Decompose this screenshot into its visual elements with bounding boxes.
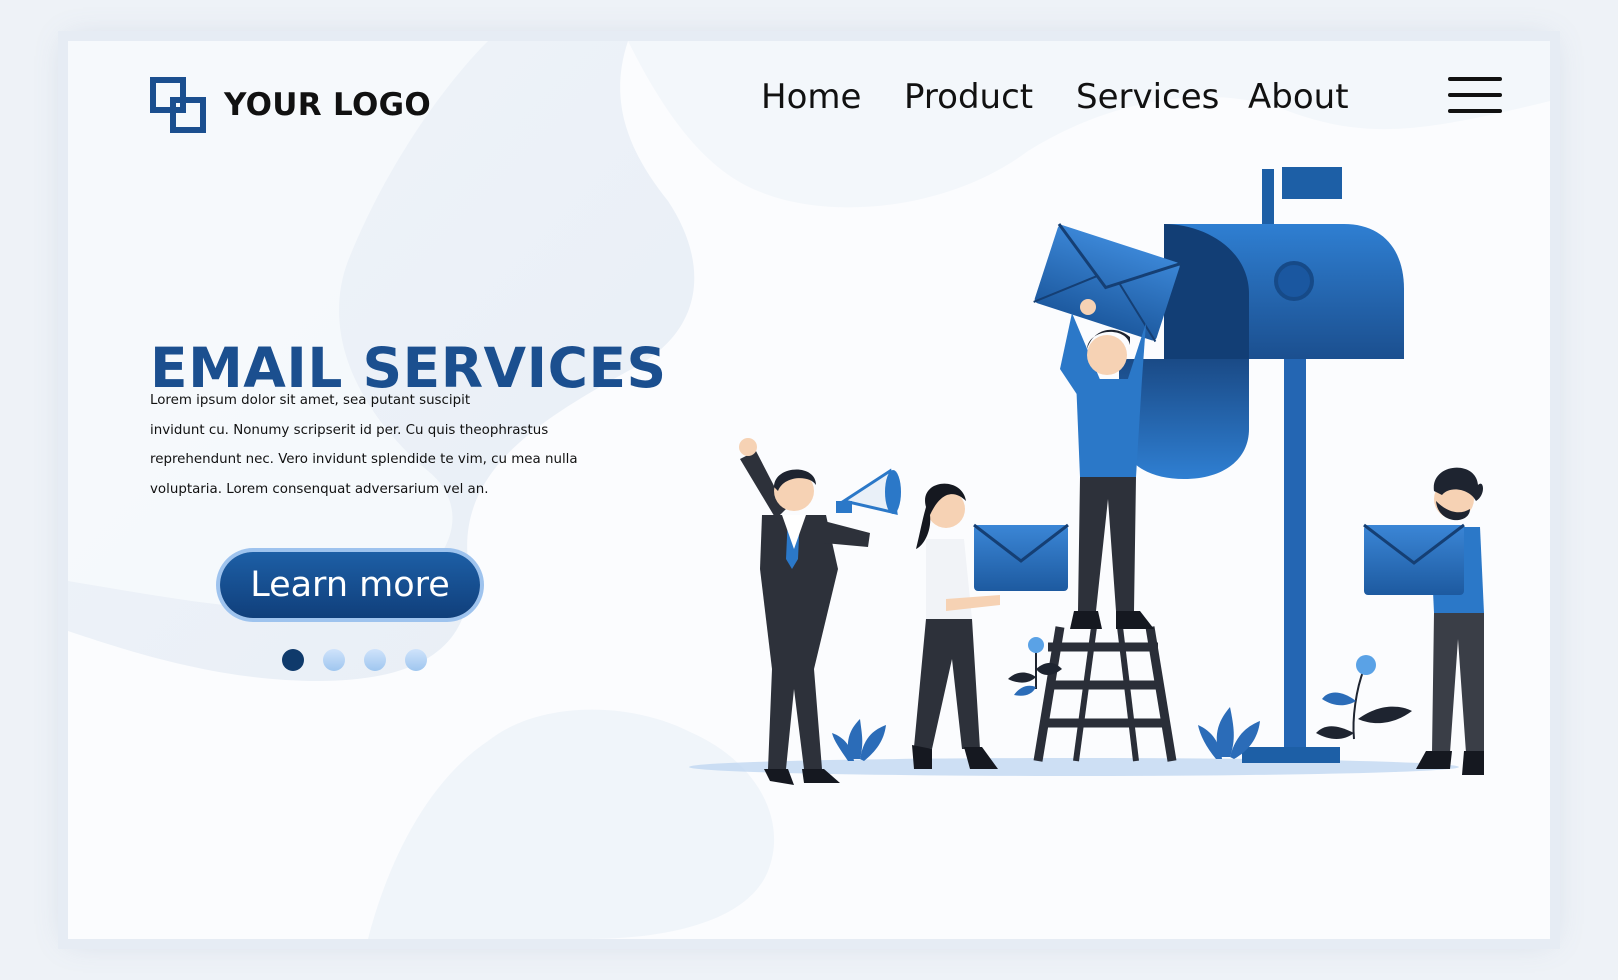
bearded-man-with-envelope <box>1363 467 1484 775</box>
ladder-icon <box>1033 626 1177 762</box>
nav-product[interactable]: Product <box>904 77 1033 117</box>
hero-description-line: invidunt cu. Nonumy scripserit id per. C… <box>150 422 549 438</box>
main-nav: Home Product Services About <box>68 77 1550 117</box>
hero-description: Lorem ipsum dolor sit amet, sea putant s… <box>150 386 600 504</box>
carousel-indicators <box>282 649 427 671</box>
megaphone-icon <box>836 468 901 515</box>
carousel-dot[interactable] <box>364 649 386 671</box>
nav-about[interactable]: About <box>1248 77 1349 117</box>
learn-more-button[interactable]: Learn more <box>220 552 480 618</box>
carousel-dot[interactable] <box>282 649 304 671</box>
carousel-dot[interactable] <box>405 649 427 671</box>
envelope-icon <box>973 523 1069 591</box>
hamburger-menu-icon[interactable] <box>1448 75 1502 115</box>
carousel-dot[interactable] <box>323 649 345 671</box>
landing-page: YOUR LOGO Home Product Services About EM… <box>68 41 1550 939</box>
plant-icon <box>832 719 886 761</box>
nav-home[interactable]: Home <box>761 77 861 117</box>
plant-icon <box>1316 655 1412 740</box>
nav-services[interactable]: Services <box>1076 77 1219 117</box>
envelope-icon <box>1033 223 1182 343</box>
hero-description-line: Lorem ipsum dolor sit amet, sea putant s… <box>150 393 471 408</box>
hero-description-line: voluptaria. Lorem consenquat adversarium… <box>150 481 489 497</box>
hero-illustration <box>689 167 1484 785</box>
hero-description-line: reprehendunt nec. Vero invidunt splendid… <box>150 452 578 467</box>
envelope-icon <box>1363 523 1465 595</box>
